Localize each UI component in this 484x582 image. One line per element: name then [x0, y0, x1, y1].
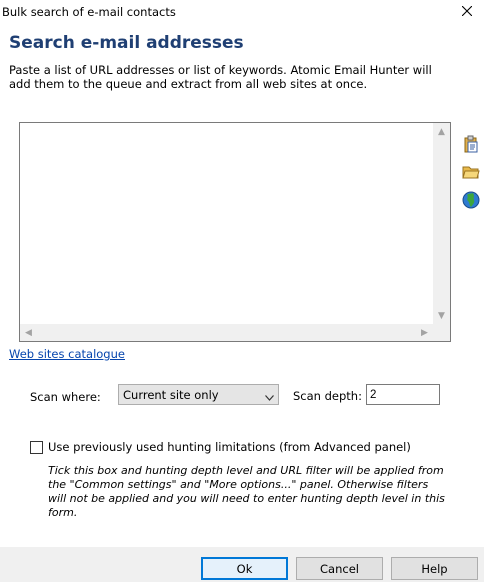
- scan-where-value: Current site only: [123, 388, 219, 402]
- help-button[interactable]: Help: [391, 557, 478, 580]
- scan-where-select[interactable]: Current site only: [118, 384, 279, 405]
- limitations-hint-text: Tick this box and hunting depth level an…: [48, 464, 445, 519]
- description-text: Paste a list of URL addresses or list of…: [9, 63, 432, 91]
- horizontal-scrollbar[interactable]: ◀ ▶: [20, 324, 433, 341]
- scan-depth-label: Scan depth:: [293, 389, 362, 403]
- scroll-down-icon[interactable]: ▼: [433, 307, 450, 324]
- scroll-right-icon[interactable]: ▶: [416, 324, 433, 341]
- cancel-button[interactable]: Cancel: [296, 557, 383, 580]
- scan-where-label: Scan where:: [30, 390, 101, 404]
- scroll-up-icon[interactable]: ▲: [433, 123, 450, 140]
- open-folder-icon[interactable]: [462, 163, 480, 181]
- page-title: Search e-mail addresses: [9, 33, 244, 53]
- chevron-down-icon: [265, 390, 274, 404]
- scroll-left-icon[interactable]: ◀: [20, 324, 37, 341]
- close-button[interactable]: [450, 0, 484, 24]
- use-limitations-label[interactable]: Use previously used hunting limitations …: [48, 440, 411, 454]
- window-title: Bulk search of e-mail contacts: [2, 5, 176, 19]
- clipboard-paste-icon[interactable]: [462, 135, 480, 153]
- scrollbar-corner: [433, 324, 450, 341]
- use-limitations-checkbox[interactable]: [30, 441, 43, 454]
- title-bar: Bulk search of e-mail contacts: [0, 0, 484, 24]
- globe-icon[interactable]: [462, 191, 480, 209]
- web-sites-catalogue-link[interactable]: Web sites catalogue: [9, 347, 125, 361]
- close-icon: [461, 5, 473, 19]
- vertical-scrollbar[interactable]: ▲ ▼: [433, 123, 450, 324]
- scan-depth-input[interactable]: [366, 384, 440, 405]
- url-list-textarea[interactable]: ▲ ▼ ◀ ▶: [19, 122, 451, 342]
- ok-button[interactable]: Ok: [201, 557, 288, 580]
